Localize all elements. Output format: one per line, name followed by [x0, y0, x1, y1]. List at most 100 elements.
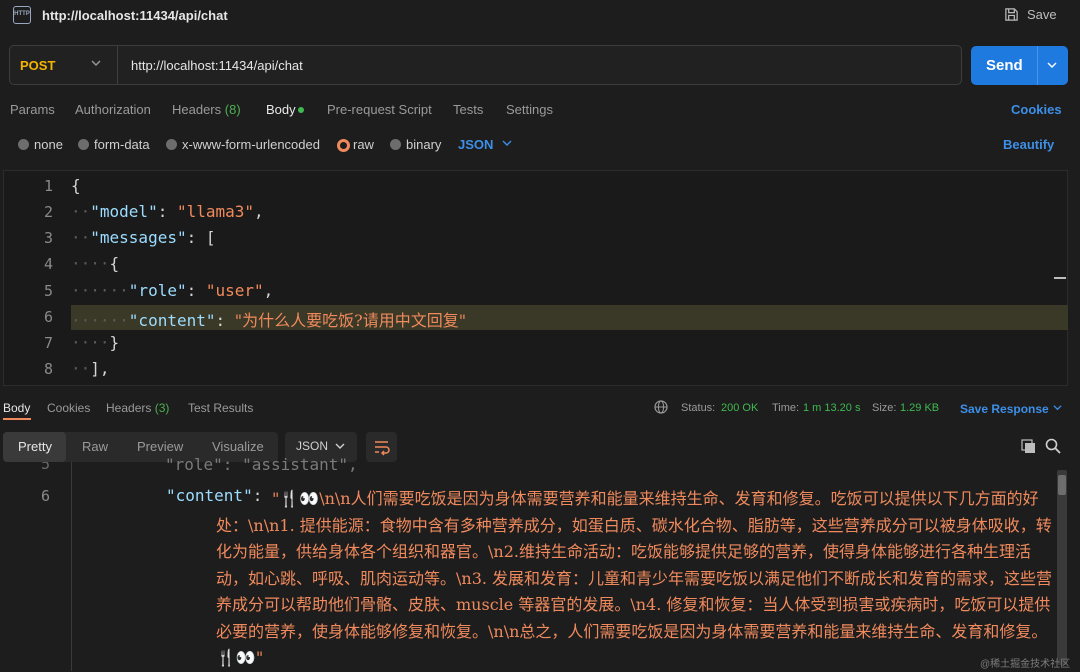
line-number: 7	[43, 334, 53, 352]
resp-tab-test-results[interactable]: Test Results	[188, 401, 253, 415]
cookies-link[interactable]: Cookies	[1011, 102, 1062, 117]
tab-headers[interactable]: Headers (8)	[172, 102, 241, 117]
tab-headers-label: Headers	[172, 102, 222, 117]
view-raw-label[interactable]: Raw	[82, 439, 108, 454]
gutter-divider	[71, 462, 72, 671]
beautify-link[interactable]: Beautify	[1003, 137, 1054, 152]
chevron-down-icon[interactable]	[1052, 402, 1063, 413]
line-number: 3	[43, 229, 53, 247]
active-tab-underline	[3, 418, 31, 420]
copy-icon[interactable]	[1021, 439, 1036, 454]
editor-gutter: 1 2 3 4 5 6 7 8	[3, 171, 63, 385]
indent-dots: ··	[71, 202, 91, 221]
radio-urlencoded[interactable]	[166, 139, 177, 150]
code-line-2: ··"model": "llama3",	[71, 202, 264, 221]
key-messages: "messages"	[90, 228, 187, 247]
chevron-down-icon[interactable]	[501, 137, 513, 149]
value-role: "user"	[205, 281, 264, 300]
http-icon: HTTP	[13, 6, 31, 24]
indent-dots: ··	[71, 228, 91, 247]
radio-raw[interactable]	[337, 139, 350, 152]
comma: ,	[263, 281, 274, 300]
tab-params[interactable]: Params	[10, 102, 55, 117]
code-line-3: ··"messages": [	[71, 228, 216, 247]
time-value: 1 m 13.20 s	[803, 402, 861, 414]
open-brace: {	[109, 254, 120, 273]
line-number: 5	[43, 282, 53, 300]
url-input[interactable]: http://localhost:11434/api/chat	[131, 58, 303, 73]
resp-tab-headers[interactable]: Headers (3)	[106, 401, 169, 415]
line-number: 5	[40, 462, 50, 473]
radio-form-data-label[interactable]: form-data	[94, 137, 150, 152]
size-label: Size:	[872, 402, 897, 414]
save-button[interactable]: Save	[1004, 7, 1057, 22]
search-icon[interactable]	[1045, 438, 1061, 454]
radio-binary-label[interactable]: binary	[406, 137, 441, 152]
colon: :	[215, 311, 235, 330]
colon: :	[186, 281, 206, 300]
radio-form-data[interactable]	[78, 139, 89, 150]
tab-authorization[interactable]: Authorization	[75, 102, 151, 117]
radio-raw-label[interactable]: raw	[353, 137, 374, 152]
key-model: "model"	[90, 202, 158, 221]
method-select[interactable]: POST	[20, 58, 55, 73]
resp-tab-cookies[interactable]: Cookies	[47, 401, 90, 415]
code-line-5: ······"role": "user",	[71, 281, 273, 300]
time-label: Time:	[772, 402, 800, 414]
resp-tab-headers-count: (3)	[154, 401, 170, 415]
size-value: 1.29 KB	[900, 402, 940, 414]
line-number: 1	[43, 177, 53, 195]
resp-tab-headers-label: Headers	[106, 401, 152, 415]
status-value: 200 OK	[721, 402, 759, 414]
open-brace: {	[71, 176, 81, 195]
code-line-8: ··],	[71, 359, 110, 378]
line-number: 6	[40, 487, 50, 505]
tab-tests[interactable]: Tests	[453, 102, 483, 117]
indent-dots: ······	[71, 281, 129, 300]
indent-dots: ··	[71, 359, 91, 378]
radio-urlencoded-label[interactable]: x-www-form-urlencoded	[182, 137, 320, 152]
colon: :	[157, 202, 177, 221]
save-label: Save	[1027, 7, 1057, 22]
response-scrollbar[interactable]	[1057, 470, 1067, 665]
code-line-7: ····}	[71, 333, 119, 352]
indent-dots: ······	[71, 311, 129, 330]
chevron-down-icon[interactable]	[90, 57, 102, 69]
view-visualize-label[interactable]: Visualize	[212, 439, 264, 454]
editor-scroll-marker[interactable]	[1054, 277, 1066, 279]
line-number: 4	[43, 255, 53, 273]
response-content-value: "🍴👀\n\n人们需要吃饭是因为身体需要营养和能量来维持生命、发育和修复。吃饭可…	[216, 489, 1053, 667]
send-label[interactable]: Send	[986, 57, 1023, 74]
resp-tab-body[interactable]: Body	[3, 401, 30, 415]
close-brace: }	[109, 333, 120, 352]
url-divider	[117, 46, 118, 84]
radio-none[interactable]	[18, 139, 29, 150]
line-number: 8	[43, 360, 53, 378]
key-content: "content"	[128, 311, 216, 330]
chevron-down-icon[interactable]	[334, 440, 346, 452]
radio-binary[interactable]	[390, 139, 401, 150]
radio-none-label[interactable]: none	[34, 137, 63, 152]
view-pretty-label[interactable]: Pretty	[18, 439, 52, 454]
response-scroll-thumb[interactable]	[1058, 475, 1066, 495]
chevron-down-icon[interactable]	[1046, 59, 1058, 71]
line-number: 6	[43, 308, 53, 326]
wrap-lines-button[interactable]	[366, 432, 397, 462]
key-role: "role"	[128, 281, 187, 300]
body-format-select[interactable]: JSON	[458, 137, 493, 152]
request-tab-title[interactable]: http://localhost:11434/api/chat	[42, 8, 228, 23]
save-response-button[interactable]: Save Response	[960, 402, 1049, 416]
save-icon	[1005, 8, 1018, 21]
globe-icon[interactable]	[654, 400, 668, 414]
close-bracket: ],	[90, 359, 110, 378]
tab-headers-count: (8)	[224, 102, 241, 117]
tab-pre-request-script[interactable]: Pre-request Script	[327, 102, 432, 117]
tab-settings[interactable]: Settings	[506, 102, 553, 117]
line-number: 2	[43, 203, 53, 221]
tab-body[interactable]: Body	[266, 102, 296, 117]
send-divider	[1037, 46, 1038, 85]
code-line-6: ······"content": "为什么人要吃饭?请用中文回复"	[71, 307, 466, 331]
view-preview-label[interactable]: Preview	[137, 439, 183, 454]
open-bracket: : [	[186, 228, 216, 247]
response-format-label[interactable]: JSON	[296, 439, 328, 453]
